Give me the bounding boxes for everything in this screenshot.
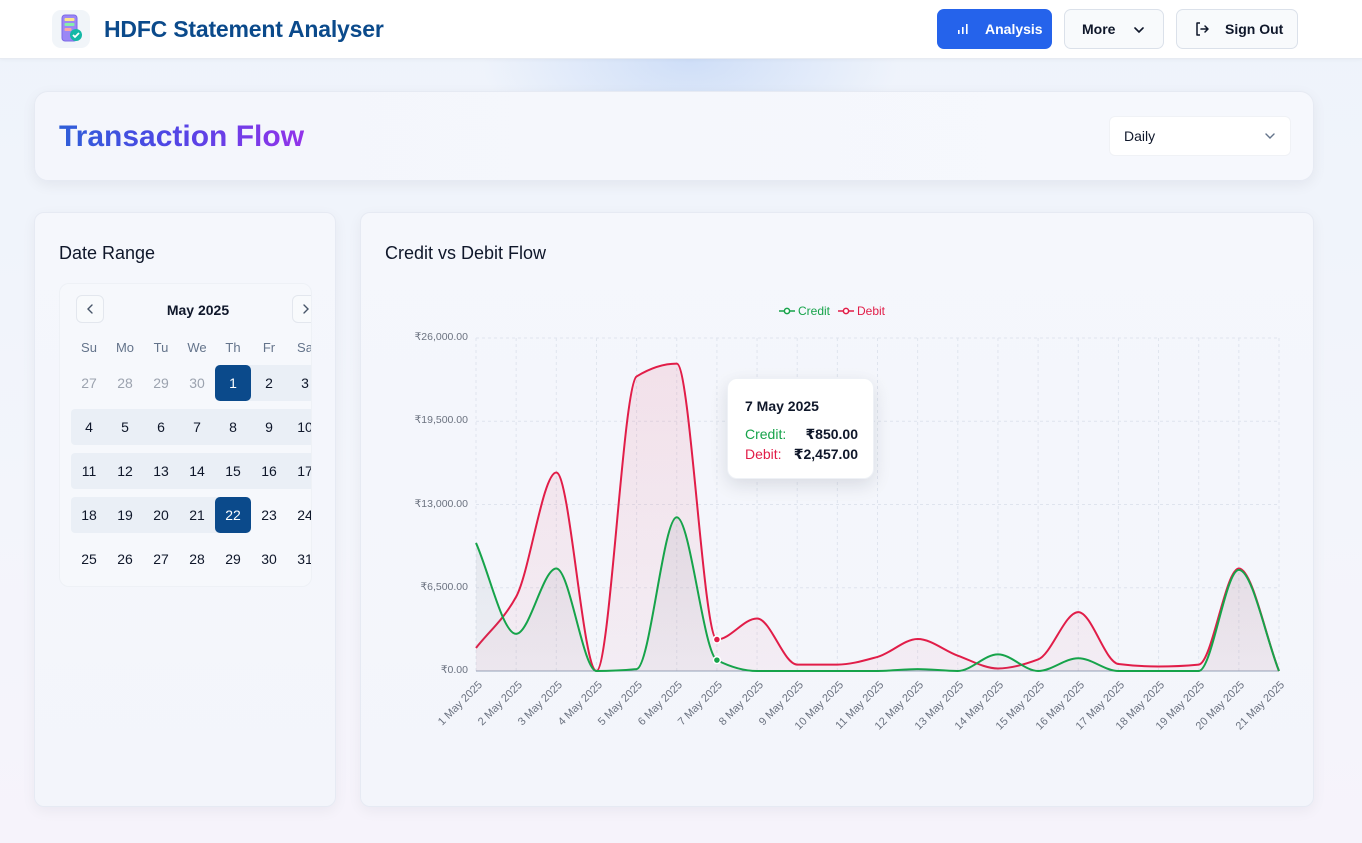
calendar-day[interactable]: 20	[143, 497, 179, 533]
calendar-day[interactable]: 12	[107, 453, 143, 489]
more-button-label: More	[1082, 21, 1116, 37]
calendar-day[interactable]: 28	[107, 365, 143, 401]
weekday-header: Tu	[153, 340, 169, 355]
calendar-day[interactable]: 30	[251, 541, 287, 577]
calendar-day[interactable]: 31	[287, 541, 311, 577]
calendar-day[interactable]: 8	[215, 409, 251, 445]
calendar-day[interactable]: 13	[143, 453, 179, 489]
calendar-month-label: May 2025	[166, 302, 230, 318]
weekday-header: We	[187, 340, 207, 355]
calendar-day[interactable]: 29	[143, 365, 179, 401]
tooltip-date: 7 May 2025	[745, 398, 819, 414]
calendar-day[interactable]: 30	[179, 365, 215, 401]
analysis-button[interactable]: Analysis	[937, 9, 1052, 49]
calendar-day[interactable]: 27	[71, 365, 107, 401]
calendar-day[interactable]: 19	[107, 497, 143, 533]
calendar-day[interactable]: 15	[215, 453, 251, 489]
period-select-value: Daily	[1124, 128, 1156, 144]
weekday-header: Fr	[262, 340, 276, 355]
y-tick-label: ₹26,000.00	[414, 331, 468, 343]
y-tick-label: ₹13,000.00	[414, 497, 468, 510]
tooltip-credit-label: Credit:	[745, 426, 787, 442]
chevron-right-icon	[303, 304, 309, 314]
calendar-day[interactable]: 23	[251, 497, 287, 533]
chevron-down-icon	[1134, 27, 1144, 34]
calendar-day[interactable]: 21	[179, 497, 215, 533]
page-title-part1: Transaction	[59, 120, 228, 153]
calendar-day[interactable]: 2	[251, 365, 287, 401]
page-title: Transaction Flow	[59, 120, 304, 154]
calendar-day[interactable]: 27	[143, 541, 179, 577]
calendar-day[interactable]: 7	[179, 409, 215, 445]
calendar-day[interactable]: 11	[71, 453, 107, 489]
calendar-day[interactable]: 24	[287, 497, 311, 533]
weekday-header: Sa	[297, 340, 312, 355]
calendar-day[interactable]: 1	[215, 365, 251, 401]
calendar-day[interactable]: 3	[287, 365, 311, 401]
credit-area	[476, 517, 1279, 671]
calendar-day[interactable]: 18	[71, 497, 107, 533]
tooltip-credit-value: ₹850.00	[805, 426, 858, 442]
chevron-down-icon	[1265, 133, 1275, 139]
credit-debit-chart-card: Credit vs Debit Flow Credit Debit 7 May …	[360, 212, 1314, 807]
app-title[interactable]: HDFC Statement Analyser	[104, 16, 384, 43]
page-title-part2: Flow	[235, 120, 305, 153]
y-tick-label: ₹0.00	[440, 664, 468, 676]
weekday-header: Su	[81, 340, 97, 355]
calendar-day[interactable]: 28	[179, 541, 215, 577]
credit-active-point	[712, 655, 722, 665]
debit-area	[476, 363, 1279, 671]
chart-tooltip: 7 May 2025 Credit: ₹850.00 Debit: ₹2,457…	[727, 378, 874, 479]
analysis-button-label: Analysis	[985, 21, 1043, 37]
calendar-day[interactable]: 10	[287, 409, 311, 445]
calendar: May 2025 Su Mo Tu We Th Fr Sa 27 28 29 30 1 2 3 4 5 6 7 8 9…	[59, 283, 312, 587]
tooltip-debit-value: ₹2,457.00	[793, 446, 858, 462]
app-logo-icon[interactable]	[52, 10, 90, 48]
credit-line	[475, 516, 1280, 673]
top-navbar: HDFC Statement Analyser Analysis More Si…	[0, 0, 1362, 59]
weekday-header: Th	[225, 340, 241, 355]
calendar-day[interactable]: 5	[107, 409, 143, 445]
logout-icon	[1196, 22, 1209, 36]
calendar-day[interactable]: 16	[251, 453, 287, 489]
bar-chart-icon	[958, 24, 968, 34]
calendar-day[interactable]: 22	[215, 497, 251, 533]
calendar-day[interactable]: 9	[251, 409, 287, 445]
y-tick-label: ₹19,500.00	[414, 414, 468, 427]
tooltip-debit-label: Debit:	[745, 446, 782, 462]
weekday-header: Mo	[115, 340, 135, 355]
date-range-card: Date Range May 2025 Su Mo Tu We Th Fr Sa 27 28 29…	[34, 212, 336, 807]
debit-line	[475, 362, 1280, 673]
next-month-button[interactable]	[292, 295, 311, 323]
calendar-day[interactable]: 6	[143, 409, 179, 445]
calendar-day[interactable]: 17	[287, 453, 311, 489]
debit-active-point	[712, 635, 722, 644]
calendar-day[interactable]: 29	[215, 541, 251, 577]
calendar-day[interactable]: 25	[71, 541, 107, 577]
date-range-title: Date Range	[59, 243, 156, 263]
more-menu-button[interactable]: More	[1064, 9, 1164, 49]
period-select[interactable]: Daily	[1109, 116, 1291, 156]
page-header-card: Transaction Flow Daily	[34, 91, 1314, 181]
y-tick-label: ₹6,500.00	[420, 580, 468, 593]
calendar-day[interactable]: 26	[107, 541, 143, 577]
calendar-day[interactable]: 4	[71, 409, 107, 445]
sign-out-label: Sign Out	[1225, 21, 1284, 37]
calendar-day[interactable]: 14	[179, 453, 215, 489]
sign-out-button[interactable]: Sign Out	[1176, 9, 1298, 49]
